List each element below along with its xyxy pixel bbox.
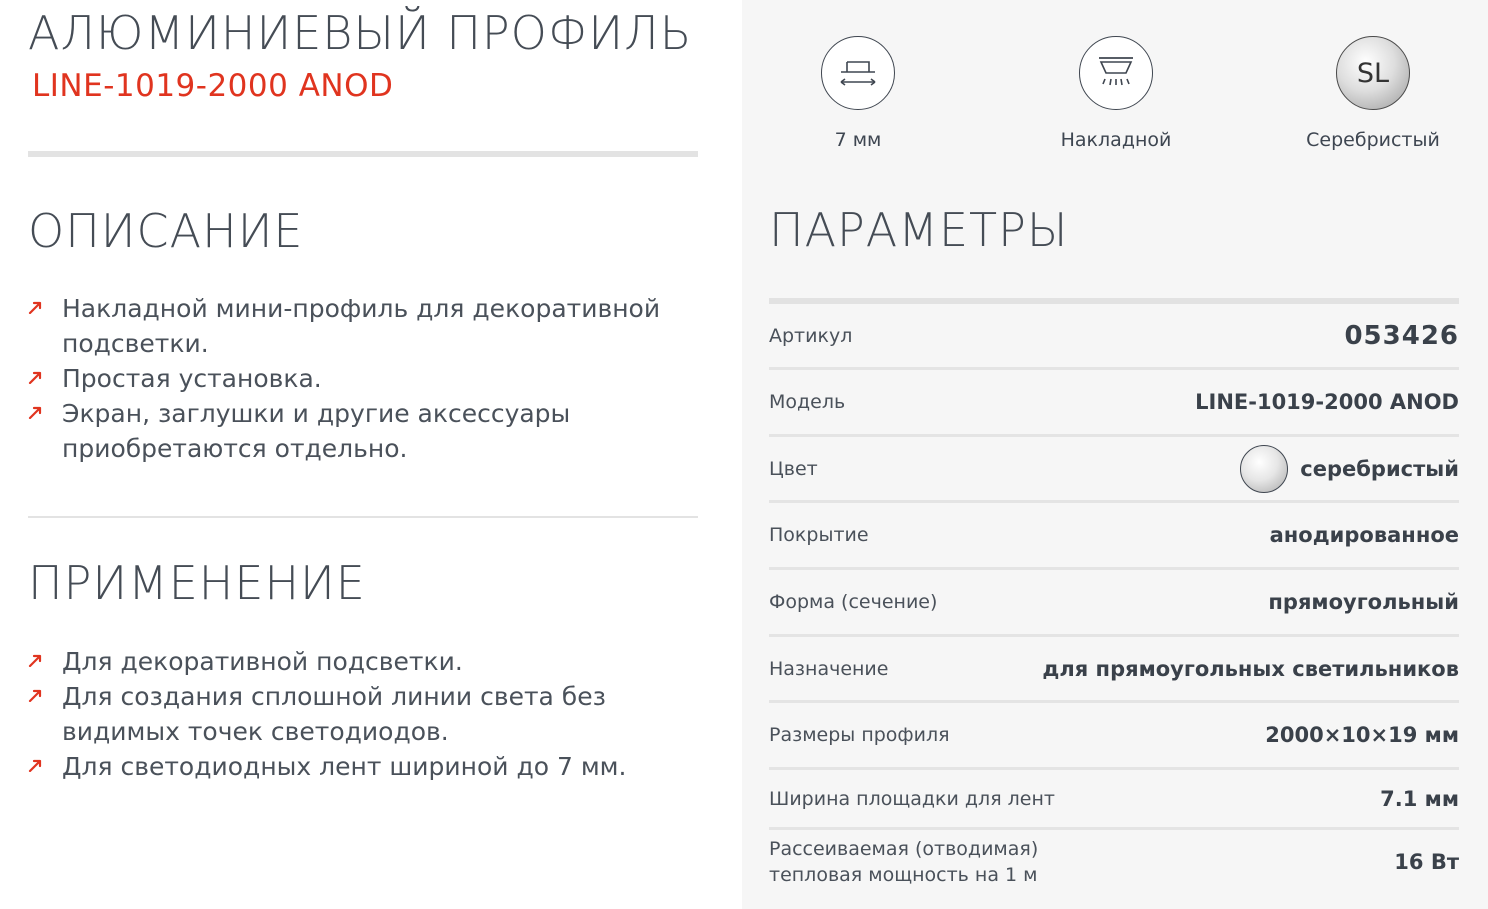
param-value: анодированное [1269, 523, 1459, 547]
strip-width-icon [821, 36, 895, 110]
list-item: Для декоративной подсветки. [28, 644, 718, 679]
list-item-text: Для светодиодных лент шириной до 7 мм. [62, 752, 627, 781]
application-list: Для декоративной подсветки. Для создания… [28, 644, 718, 784]
red-arrow-icon [28, 689, 42, 702]
param-label-line: тепловая мощность на 1 м [769, 864, 1038, 886]
param-row-purpose: Назначение для прямоугольных светильнико… [769, 637, 1459, 703]
silver-color-icon: SL [1336, 36, 1410, 110]
application-title: ПРИМЕНЕНИЕ [28, 556, 366, 610]
param-label: Артикул [769, 324, 853, 347]
list-item: Для создания сплошной линии света без ви… [28, 679, 718, 749]
param-label: Цвет [769, 457, 818, 480]
param-row-shape: Форма (сечение) прямоугольный [769, 570, 1459, 637]
param-row-coating: Покрытие анодированное [769, 503, 1459, 570]
param-row-model: Модель LINE-1019-2000 ANOD [769, 370, 1459, 437]
param-label: Ширина площадки для лент [769, 787, 1055, 810]
feature-label: 7 мм [834, 129, 882, 151]
list-item: Простая установка. [28, 361, 718, 396]
list-item-text: Для декоративной подсветки. [62, 647, 463, 676]
list-item-text: Для создания сплошной линии света без ви… [62, 682, 606, 746]
list-item-text: Накладной мини-профиль для декоративной … [62, 294, 661, 358]
red-arrow-icon [28, 371, 42, 384]
header-divider [28, 151, 698, 157]
list-item-text: Экран, заглушки и другие аксессуары прио… [62, 399, 571, 463]
param-value: LINE-1019-2000 ANOD [1195, 390, 1459, 414]
param-label: Назначение [769, 657, 889, 680]
list-item: Для светодиодных лент шириной до 7 мм. [28, 749, 718, 784]
param-value: для прямоугольных светильников [1042, 656, 1459, 681]
red-arrow-icon [28, 654, 42, 667]
description-title: ОПИСАНИЕ [28, 204, 304, 258]
color-badge: SL [1356, 57, 1390, 89]
description-list: Накладной мини-профиль для декоративной … [28, 291, 718, 466]
feature-label: Серебристый [1306, 129, 1440, 151]
params-title: ПАРАМЕТРЫ [769, 203, 1069, 257]
section-divider [28, 516, 698, 518]
param-row-dimensions: Размеры профиля 2000×10×19 мм [769, 703, 1459, 770]
param-row-color: Цвет серебристый [769, 437, 1459, 503]
param-label: Покрытие [769, 524, 869, 546]
param-label: Размеры профиля [769, 724, 950, 746]
product-model: LINE-1019-2000 ANOD [32, 68, 394, 104]
param-label-line: Рассеиваемая (отводимая) [769, 838, 1039, 860]
feature-color: SL Серебристый [1253, 36, 1488, 151]
param-value: 2000×10×19 мм [1265, 723, 1459, 747]
param-value: 053426 [1344, 320, 1459, 351]
list-item-text: Простая установка. [62, 364, 322, 393]
param-value-wrap: серебристый [1240, 444, 1459, 493]
list-item: Накладной мини-профиль для декоративной … [28, 291, 718, 361]
param-value: 7.1 мм [1380, 786, 1459, 811]
feature-strip-width: 7 мм [738, 36, 978, 151]
param-label: Модель [769, 391, 846, 413]
list-item: Экран, заглушки и другие аксессуары прио… [28, 396, 718, 466]
param-label: Рассеиваемая (отводимая) тепловая мощнос… [769, 836, 1038, 888]
red-arrow-icon [28, 301, 42, 314]
param-row-heat: Рассеиваемая (отводимая) тепловая мощнос… [769, 830, 1459, 894]
param-row-article: Артикул 053426 [769, 304, 1459, 370]
param-value: прямоугольный [1268, 590, 1459, 614]
param-row-strip-width: Ширина площадки для лент 7.1 мм [769, 770, 1459, 830]
param-label: Форма (сечение) [769, 591, 938, 613]
silver-swatch-icon [1240, 444, 1289, 493]
surface-mount-icon [1079, 36, 1153, 110]
product-title: АЛЮМИНИЕВЫЙ ПРОФИЛЬ [28, 6, 693, 60]
red-arrow-icon [28, 406, 42, 419]
feature-mount-type: Накладной [996, 36, 1236, 151]
param-value: серебристый [1300, 456, 1459, 481]
red-arrow-icon [28, 759, 42, 772]
feature-label: Накладной [1060, 129, 1172, 151]
param-value: 16 Вт [1394, 850, 1459, 874]
